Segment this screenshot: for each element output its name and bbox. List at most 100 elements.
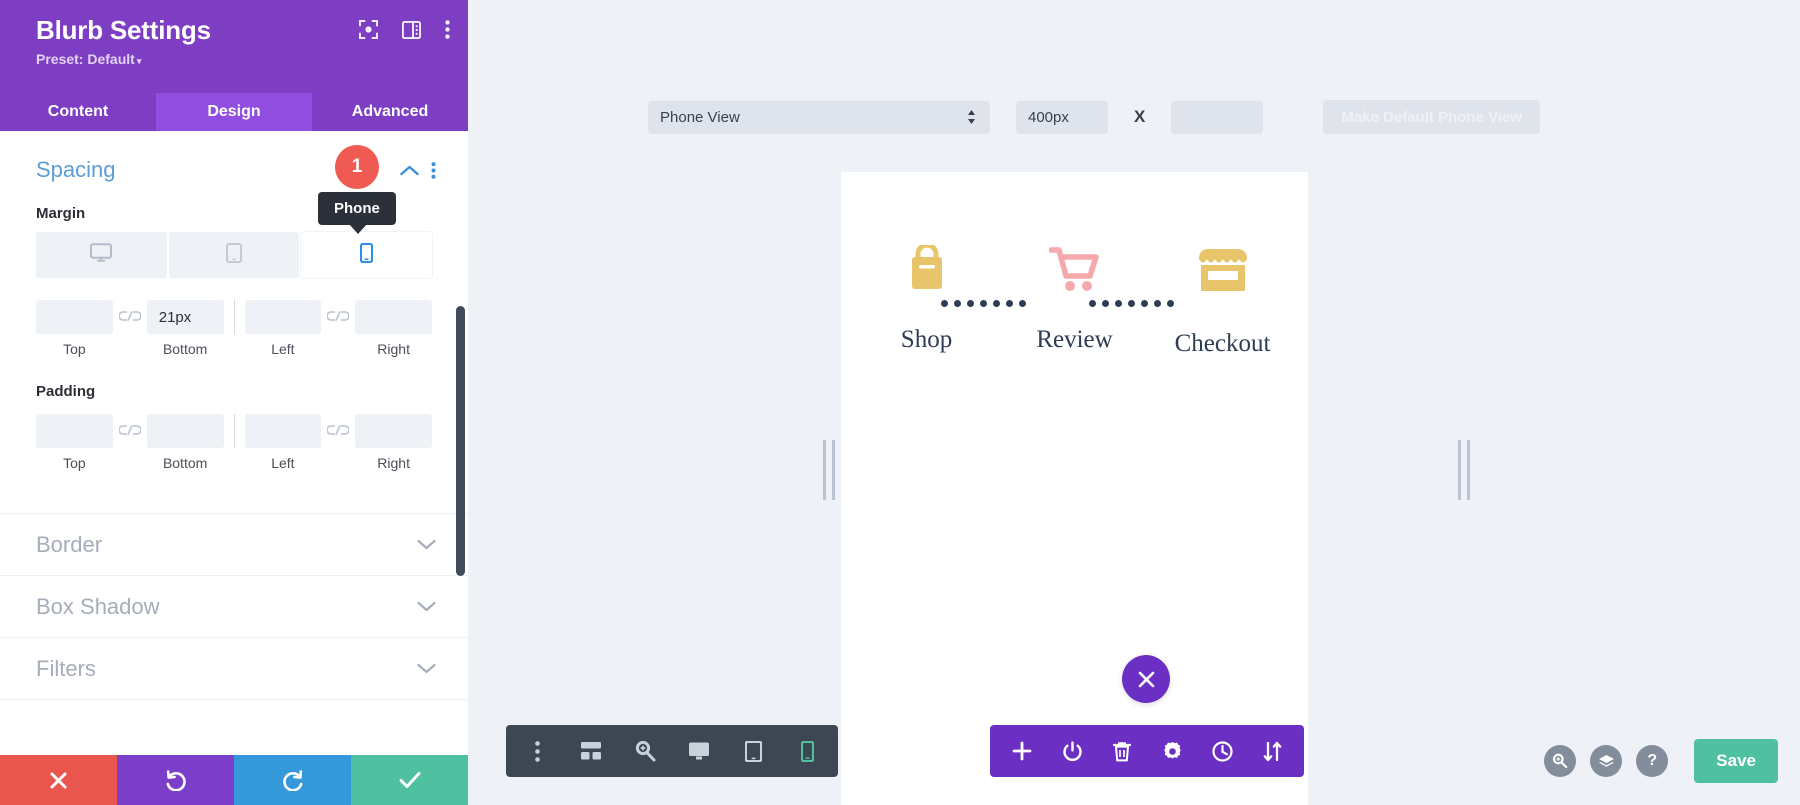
confirm-save-button[interactable] [351, 755, 468, 805]
section-box-shadow[interactable]: Box Shadow [0, 575, 468, 637]
panel-scrollbar[interactable] [456, 306, 465, 576]
padding-left-input[interactable] [244, 414, 322, 448]
blurb-item-review[interactable]: Review [1001, 240, 1149, 354]
margin-bottom-value: 21px [158, 308, 192, 326]
make-default-phone-view-button[interactable]: Make Default Phone View [1323, 100, 1540, 134]
desktop-icon [90, 242, 113, 268]
section-border[interactable]: Border [0, 513, 468, 575]
help-icon[interactable]: ? [1636, 745, 1669, 777]
dot [1167, 300, 1174, 307]
section-title: Box Shadow [36, 593, 160, 619]
phone-view-icon[interactable] [792, 736, 822, 766]
view-mode-select[interactable]: Phone View [648, 100, 990, 134]
chevron-down-icon [417, 534, 436, 555]
close-builder-button[interactable] [1122, 655, 1170, 703]
section-title: Border [36, 531, 103, 557]
padding-right-label: Right [377, 455, 410, 471]
step-separator-dots-2 [1089, 300, 1174, 307]
padding-bottom-input[interactable] [146, 414, 224, 448]
tab-advanced[interactable]: Advanced [312, 93, 468, 131]
resize-handle-right[interactable] [1458, 440, 1470, 500]
step-badge: 1 [335, 145, 379, 189]
panel-layout-icon[interactable] [402, 20, 421, 39]
gear-icon[interactable] [1158, 737, 1186, 765]
padding-inputs-row [36, 414, 432, 448]
blurb-item-shop[interactable]: Shop [853, 240, 1001, 354]
dimension-separator: X [1134, 107, 1146, 126]
viewport-width-input[interactable]: 400px [1016, 100, 1108, 134]
handle-bar [823, 440, 826, 500]
margin-label: Margin [36, 205, 86, 222]
dot [1141, 300, 1148, 307]
viewport-height-input[interactable] [1171, 100, 1264, 134]
settings-panel-header: Blurb Settings Preset: Default ▾ [0, 0, 468, 93]
margin-labels-row: Top Bottom Left Right [36, 341, 432, 357]
section-filters[interactable]: Filters [0, 637, 468, 699]
margin-right-label: Right [377, 341, 410, 357]
chevron-down-icon [417, 596, 436, 617]
focus-frame-icon[interactable] [359, 20, 378, 39]
spacing-section-header[interactable]: Spacing [0, 131, 468, 183]
margin-device-toggle [36, 232, 433, 278]
padding-top-input[interactable] [36, 414, 113, 448]
dot [1019, 300, 1026, 307]
desktop-view-icon[interactable] [684, 736, 714, 766]
padding-bottom-label: Bottom [162, 455, 208, 471]
spacing-divider [233, 300, 235, 334]
link-horizontal-icon[interactable] [321, 424, 355, 439]
padding-labels-row: Top Bottom Left Right [36, 455, 432, 471]
layers-icon[interactable] [1590, 745, 1623, 777]
viewport-width-value: 400px [1028, 108, 1069, 126]
margin-top-label: Top [63, 341, 86, 357]
device-toggle-phone[interactable] [301, 232, 433, 278]
device-toggle-desktop[interactable] [36, 232, 167, 278]
trash-icon[interactable] [1108, 737, 1136, 765]
margin-right-input[interactable] [355, 300, 432, 334]
preset-label: Preset: Default [36, 50, 135, 67]
redo-button[interactable] [234, 755, 351, 805]
tab-content[interactable]: Content [0, 93, 156, 131]
dot [1089, 300, 1096, 307]
preview-canvas: Phone View 400px X Make Default Phone Vi… [468, 0, 1800, 805]
preset-selector[interactable]: Preset: Default ▾ [36, 51, 444, 67]
tooltip-text: Phone [334, 200, 380, 217]
chevron-up-icon[interactable] [400, 160, 419, 181]
settings-footer-actions [0, 755, 468, 805]
handle-bar [832, 440, 835, 500]
link-vertical-icon[interactable] [113, 310, 147, 325]
view-size-toolbar: Phone View 400px X Make Default Phone Vi… [648, 100, 1540, 134]
section-title: Filters [36, 655, 96, 681]
tablet-icon [226, 242, 242, 268]
power-icon[interactable] [1058, 737, 1086, 765]
kebab-menu-icon[interactable] [445, 20, 450, 39]
undo-button[interactable] [117, 755, 234, 805]
margin-left-input[interactable] [244, 300, 322, 334]
blurb-item-checkout[interactable]: Checkout [1149, 240, 1297, 358]
device-tooltip: Phone [318, 192, 396, 234]
sort-icon[interactable] [1258, 737, 1286, 765]
device-toggle-tablet[interactable] [168, 232, 300, 278]
zoom-icon[interactable] [630, 736, 660, 766]
padding-left-label: Left [271, 455, 295, 471]
margin-bottom-label: Bottom [162, 341, 208, 357]
search-icon[interactable] [1544, 745, 1577, 777]
add-icon[interactable] [1008, 737, 1036, 765]
make-default-label: Make Default Phone View [1341, 108, 1522, 126]
link-vertical-icon[interactable] [113, 424, 147, 439]
dot [1154, 300, 1161, 307]
margin-top-input[interactable] [36, 300, 113, 334]
wireframe-icon[interactable] [576, 736, 606, 766]
dot [954, 300, 961, 307]
section-options-icon[interactable] [431, 161, 436, 179]
step-separator-dots-1 [941, 300, 1026, 307]
link-horizontal-icon[interactable] [321, 310, 355, 325]
tab-design[interactable]: Design [156, 93, 312, 131]
cancel-button[interactable] [0, 755, 117, 805]
margin-bottom-input[interactable]: 21px [146, 300, 224, 334]
kebab-menu-icon[interactable] [522, 736, 552, 766]
save-button[interactable]: Save [1694, 739, 1778, 783]
history-icon[interactable] [1208, 737, 1236, 765]
padding-right-input[interactable] [355, 414, 432, 448]
tablet-view-icon[interactable] [738, 736, 768, 766]
resize-handle-left[interactable] [823, 440, 835, 500]
